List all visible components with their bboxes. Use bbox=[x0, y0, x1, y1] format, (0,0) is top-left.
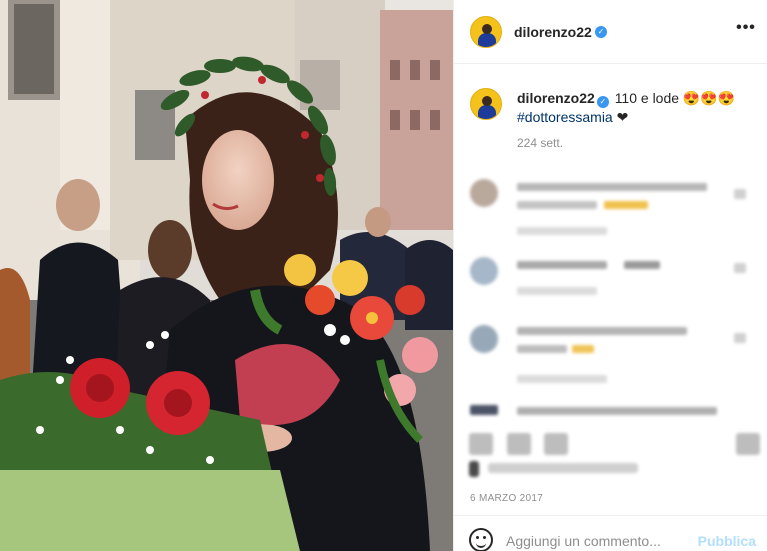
comment-input[interactable] bbox=[506, 531, 686, 551]
avatar bbox=[470, 179, 498, 207]
caption-username[interactable]: dilorenzo22 bbox=[517, 90, 595, 106]
comment-icon[interactable] bbox=[507, 433, 531, 455]
header-username[interactable]: dilorenzo22 bbox=[514, 24, 592, 40]
liked-by-avatar[interactable] bbox=[469, 461, 479, 477]
likes-count[interactable] bbox=[488, 463, 638, 473]
list-item bbox=[454, 255, 767, 315]
header-avatar[interactable] bbox=[470, 16, 502, 48]
heart-icon[interactable] bbox=[469, 433, 493, 455]
heart-emoji: ❤ bbox=[616, 109, 629, 125]
post-header: dilorenzo22 ✓ ••• bbox=[454, 0, 767, 64]
list-item bbox=[454, 325, 767, 385]
avatar bbox=[470, 257, 498, 285]
smiley-icon[interactable] bbox=[469, 528, 493, 551]
caption-text: dilorenzo22 ✓ 110 e lode 😍😍😍 #dottoressam… bbox=[517, 89, 747, 126]
post-photo-illustration bbox=[0, 0, 453, 551]
share-icon[interactable] bbox=[544, 433, 568, 455]
caption: dilorenzo22 ✓ 110 e lode 😍😍😍 #dottoressam… bbox=[454, 86, 767, 156]
caption-timestamp: 224 sett. bbox=[517, 136, 564, 150]
avatar bbox=[470, 405, 498, 415]
caption-hashtag[interactable]: #dottoressamia bbox=[517, 109, 613, 125]
caption-body: 110 e lode 😍😍😍 bbox=[614, 90, 736, 106]
post-sidebar: dilorenzo22 ✓ ••• dilorenzo22 ✓ 110 e lod… bbox=[453, 0, 767, 551]
post-actions bbox=[454, 425, 767, 485]
check-badge-icon: ✓ bbox=[596, 96, 609, 108]
post-photo[interactable] bbox=[0, 0, 453, 551]
list-item bbox=[454, 173, 767, 235]
post-comment-button[interactable]: Pubblica bbox=[698, 533, 756, 549]
bookmark-icon[interactable] bbox=[736, 433, 760, 455]
more-options-icon[interactable]: ••• bbox=[734, 18, 758, 42]
add-comment-bar: Pubblica bbox=[454, 515, 767, 551]
post-date: 6 MARZO 2017 bbox=[470, 493, 544, 504]
avatar bbox=[470, 325, 498, 353]
check-badge-icon: ✓ bbox=[595, 26, 607, 38]
caption-avatar[interactable] bbox=[470, 88, 502, 120]
